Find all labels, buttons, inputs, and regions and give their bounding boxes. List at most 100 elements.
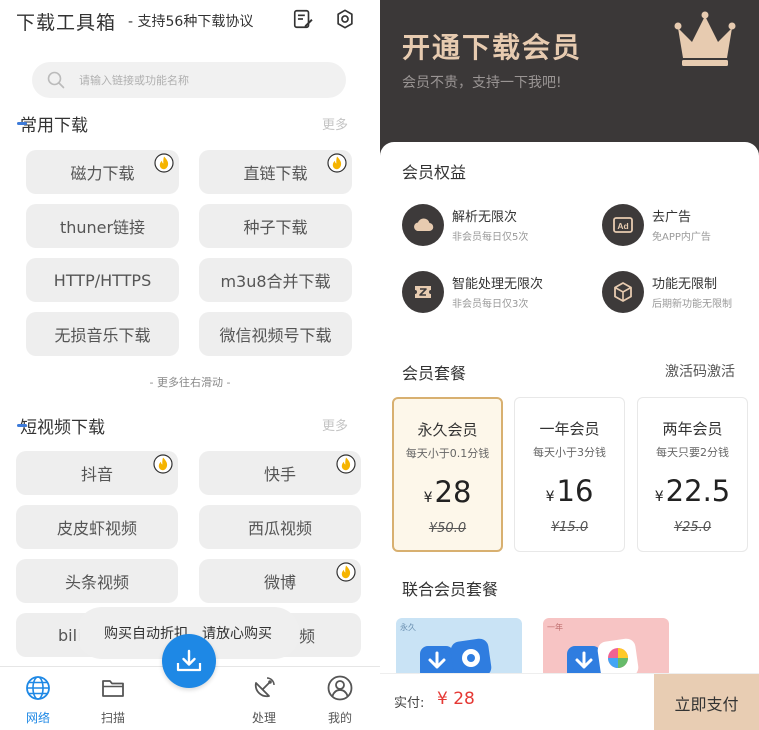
search-input[interactable]: 请输入链接或功能名称 (32, 62, 346, 98)
note-edit-icon[interactable] (292, 8, 314, 30)
douyin-button[interactable]: 抖音 (16, 451, 178, 495)
search-icon (47, 71, 65, 89)
plan-name: 一年会员 (539, 420, 600, 438)
svg-text:Ad: Ad (617, 221, 628, 231)
nav-network-label: 网络 (25, 711, 50, 725)
globe-icon (26, 676, 50, 700)
toutiao-button[interactable]: 头条视频 (16, 559, 178, 603)
section-marker (17, 424, 27, 427)
pay-amount: ¥ 28 (437, 689, 475, 709)
crown-icon (674, 11, 736, 66)
combo-package-card[interactable]: 永久 (396, 618, 522, 678)
plan-name: 两年会员 (662, 420, 723, 438)
hot-badge-icon (336, 454, 356, 474)
plan-one-year[interactable]: 一年会员 每天小于3分钱 ¥16 ¥15.0 (514, 397, 625, 552)
plans-title: 会员套餐 (402, 364, 467, 383)
cloud-icon (414, 218, 434, 232)
benefit-smart-process: 智能处理无限次 非会员每日仅3次 (402, 271, 572, 315)
thunder-link-button[interactable]: thuner链接 (26, 204, 179, 248)
nav-mine-label: 我的 (327, 711, 352, 725)
plan-price: ¥16 (545, 474, 594, 508)
ticket-icon (415, 286, 431, 298)
combo-tag: 永久 (400, 623, 416, 632)
hot-badge-icon (336, 562, 356, 582)
activation-code-link[interactable]: 激活码激活 (665, 361, 735, 381)
benefit-title: 智能处理无限次 (452, 277, 544, 292)
plan-price: ¥28 (423, 475, 472, 509)
benefit-subtitle: 非会员每日仅3次 (452, 299, 529, 310)
scroll-hint: - 更多往右滑动 - (149, 376, 231, 389)
hot-badge-icon (327, 153, 347, 173)
payment-bar: 实付: ¥ 28 立即支付 (380, 673, 759, 730)
plan-original-price: ¥50.0 (428, 521, 467, 536)
wechat-video-button[interactable]: 微信视频号下载 (199, 312, 352, 356)
cube-icon (614, 282, 632, 302)
hero-subtitle: 会员不贵，支持一下我吧! (402, 75, 562, 91)
app-subtitle: - 支持56种下载协议 (128, 14, 254, 30)
benefit-title: 去广告 (652, 210, 692, 225)
download-toolbox-screen: 下载工具箱 - 支持56种下载协议 请输入链接或功能名称 常用下载 更多 磁力下… (0, 0, 380, 730)
nav-process[interactable]: 处理 (234, 675, 294, 725)
combo-app-icons (420, 638, 492, 678)
hot-badge-icon (153, 454, 173, 474)
section-marker (17, 122, 27, 125)
plan-original-price: ¥25.0 (673, 520, 712, 535)
app-title: 下载工具箱 (16, 12, 117, 34)
kuaishou-button[interactable]: 快手 (199, 451, 361, 495)
nav-scan-label: 扫描 (100, 711, 125, 725)
benefit-subtitle: 后期新功能无限制 (652, 299, 732, 310)
pipixia-button[interactable]: 皮皮虾视频 (16, 505, 178, 549)
nav-process-label: 处理 (251, 711, 276, 725)
m3u8-merge-button[interactable]: m3u8合并下载 (199, 258, 352, 302)
benefit-title: 功能无限制 (652, 277, 718, 292)
nav-scan[interactable]: 扫描 (83, 675, 143, 725)
combo-tag: 一年 (547, 623, 563, 632)
benefits-title: 会员权益 (402, 163, 467, 182)
xigua-button[interactable]: 西瓜视频 (199, 505, 361, 549)
short-video-more-link[interactable]: 更多 (322, 415, 348, 434)
pay-label: 实付: (394, 696, 425, 711)
plan-lifetime[interactable]: 永久会员 每天小于0.1分钱 ¥28 ¥50.0 (392, 397, 503, 552)
hero-title: 开通下载会员 (402, 31, 583, 64)
top-bar: 下载工具箱 - 支持56种下载协议 (0, 0, 380, 40)
plan-original-price: ¥15.0 (550, 520, 589, 535)
search-placeholder: 请输入链接或功能名称 (79, 74, 189, 87)
benefit-icon-circle: Ad (602, 204, 644, 246)
settings-gear-icon[interactable] (334, 8, 356, 30)
combo-app-icons (567, 638, 639, 678)
benefit-subtitle: 非会员每日仅5次 (452, 232, 529, 243)
folder-icon (102, 680, 124, 697)
combo-package-card[interactable]: 一年 (543, 618, 669, 678)
plan-name: 永久会员 (417, 421, 478, 439)
nav-mine[interactable]: 我的 (310, 675, 370, 725)
magnet-download-button[interactable]: 磁力下载 (26, 150, 179, 194)
benefit-title: 解析无限次 (452, 210, 518, 225)
weibo-button[interactable]: 微博 (199, 559, 361, 603)
ad-icon: Ad (613, 217, 633, 233)
user-profile-icon (327, 675, 353, 701)
plan-two-year[interactable]: 两年会员 每天只要2分钱 ¥22.5 ¥25.0 (637, 397, 748, 552)
benefit-unlimited-features: 功能无限制 后期新功能无限制 (602, 271, 759, 315)
plan-desc: 每天只要2分钱 (656, 446, 729, 459)
short-video-title: 短视频下载 (17, 413, 105, 438)
plan-desc: 每天小于3分钱 (533, 446, 606, 459)
benefit-icon-circle (402, 204, 444, 246)
pay-now-button[interactable]: 立即支付 (654, 674, 759, 730)
benefit-icon-circle (602, 271, 644, 313)
satellite-dish-icon (254, 677, 275, 698)
http-download-button[interactable]: HTTP/HTTPS (26, 258, 179, 302)
benefit-unlimited-parse: 解析无限次 非会员每日仅5次 (402, 204, 572, 248)
lossless-music-button[interactable]: 无损音乐下载 (26, 312, 179, 356)
benefit-subtitle: 免APP内广告 (652, 232, 711, 243)
benefit-icon-circle (402, 271, 444, 313)
plan-desc: 每天小于0.1分钱 (405, 447, 490, 460)
common-more-link[interactable]: 更多 (322, 114, 348, 133)
download-tray-icon (176, 649, 202, 672)
common-downloads-title: 常用下载 (17, 111, 88, 136)
nav-network[interactable]: 网络 (8, 675, 68, 725)
download-fab-button[interactable] (162, 634, 216, 688)
benefit-no-ads: Ad 去广告 免APP内广告 (602, 204, 759, 248)
direct-link-download-button[interactable]: 直链下载 (199, 150, 352, 194)
combo-title: 联合会员套餐 (402, 580, 499, 599)
torrent-download-button[interactable]: 种子下载 (199, 204, 352, 248)
